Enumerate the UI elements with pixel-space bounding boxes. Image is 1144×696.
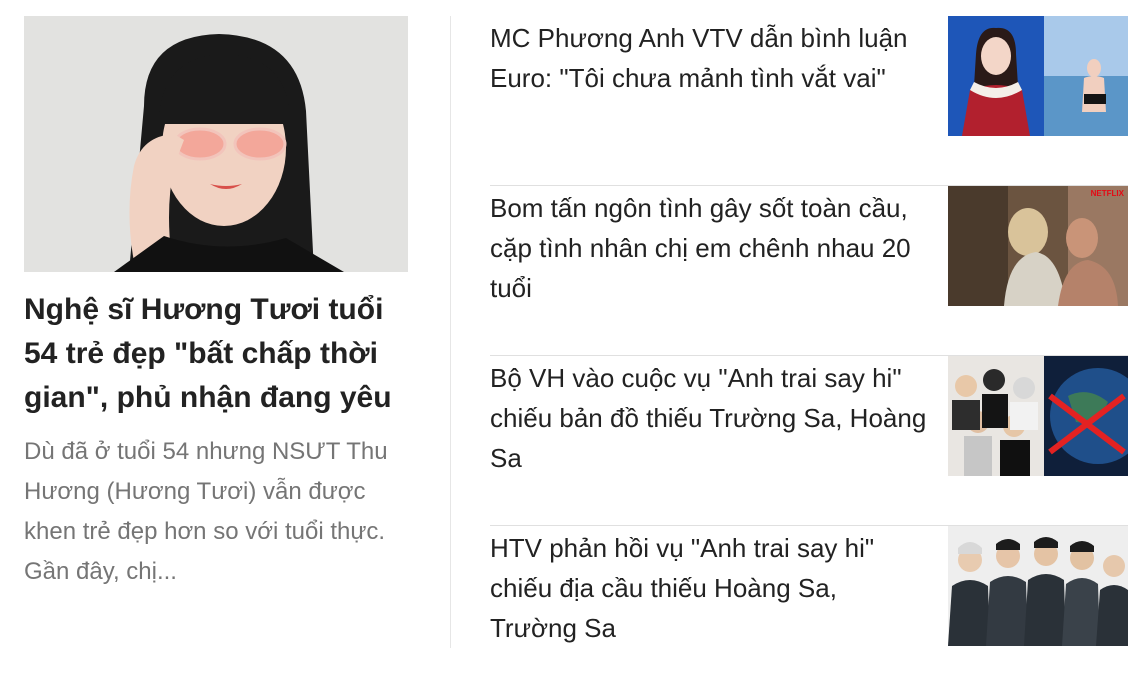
featured-thumbnail[interactable]: [24, 16, 408, 272]
group-photo-icon: [948, 526, 1128, 646]
article-title[interactable]: HTV phản hồi vụ "Anh trai say hi" chiếu …: [490, 528, 930, 648]
movie-still-icon: NETFLIX: [948, 186, 1128, 306]
portrait-photo-icon: [24, 16, 408, 272]
group-photo-map-icon: [948, 356, 1128, 476]
article-thumbnail[interactable]: NETFLIX: [948, 186, 1128, 306]
featured-article[interactable]: Nghệ sĩ Hương Tươi tuổi 54 trẻ đẹp "bất …: [24, 16, 408, 592]
article-thumbnail[interactable]: [948, 16, 1128, 136]
list-item[interactable]: HTV phản hồi vụ "Anh trai say hi" chiếu …: [490, 526, 1128, 696]
featured-title[interactable]: Nghệ sĩ Hương Tươi tuổi 54 trẻ đẹp "bất …: [24, 288, 408, 420]
article-title[interactable]: MC Phương Anh VTV dẫn bình luận Euro: "T…: [490, 18, 930, 98]
featured-summary: Dù đã ở tuổi 54 nhưng NSƯT Thu Hương (Hư…: [24, 438, 388, 585]
article-thumbnail[interactable]: [948, 356, 1128, 476]
netflix-badge: NETFLIX: [1091, 189, 1125, 198]
column-divider: [450, 16, 451, 648]
article-title[interactable]: Bom tấn ngôn tình gây sốt toàn cầu, cặp …: [490, 188, 930, 308]
list-item[interactable]: Bộ VH vào cuộc vụ "Anh trai say hi" chiế…: [490, 356, 1128, 526]
article-thumbnail[interactable]: [948, 526, 1128, 646]
news-list: MC Phương Anh VTV dẫn bình luận Euro: "T…: [490, 16, 1128, 696]
list-item[interactable]: MC Phương Anh VTV dẫn bình luận Euro: "T…: [490, 16, 1128, 186]
list-item[interactable]: Bom tấn ngôn tình gây sốt toàn cầu, cặp …: [490, 186, 1128, 356]
mc-photo-icon: [948, 16, 1128, 136]
article-title[interactable]: Bộ VH vào cuộc vụ "Anh trai say hi" chiế…: [490, 358, 930, 478]
